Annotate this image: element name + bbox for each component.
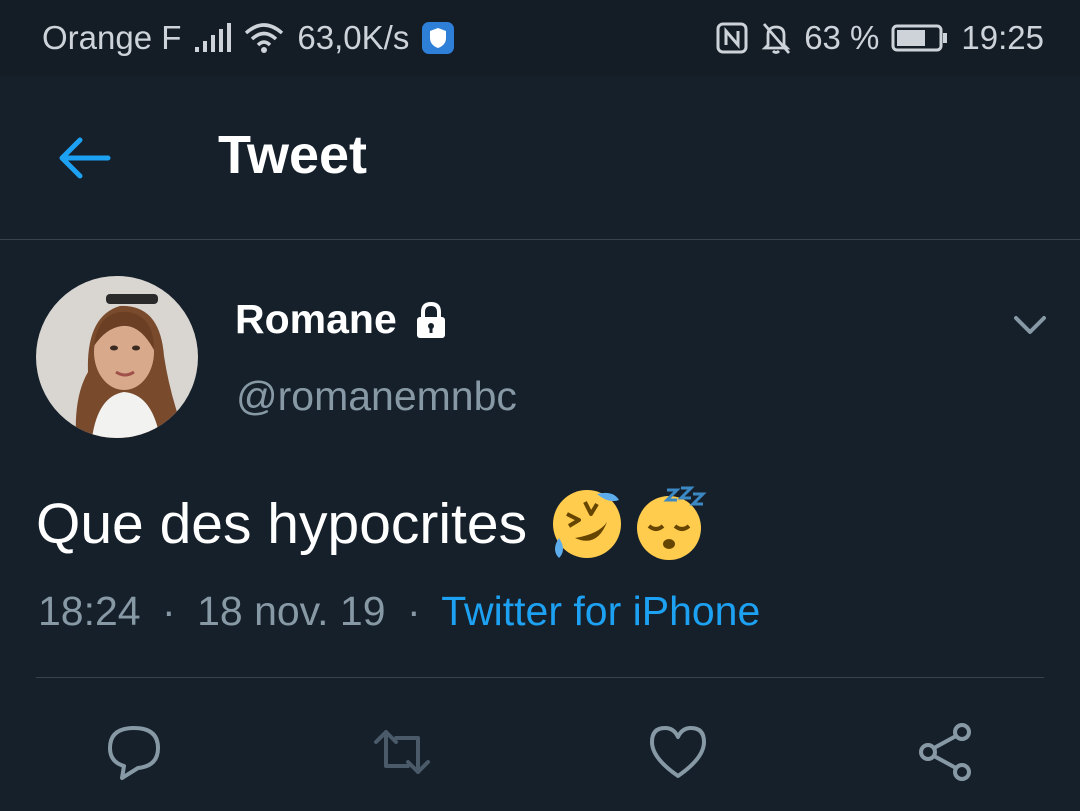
- meta-separator: ·: [162, 588, 176, 634]
- shield-icon: [422, 22, 455, 54]
- tweet-options-button[interactable]: [1006, 300, 1054, 348]
- chevron-down-icon: [1014, 316, 1046, 334]
- share-icon: [919, 723, 971, 781]
- reply-icon: [108, 726, 160, 780]
- retweet-icon: [374, 730, 430, 774]
- sleeping-face-icon: [637, 486, 707, 560]
- carrier-name: Orange F: [42, 19, 182, 56]
- status-bar: Orange F 63,0K/s 63 % 19:25: [0, 0, 1080, 76]
- reply-button[interactable]: [102, 720, 166, 784]
- app-header: Tweet: [0, 76, 1080, 240]
- lock-icon: [416, 301, 445, 338]
- network-speed: 63,0K/s: [297, 19, 410, 56]
- tweet-text: Que des hypocrites: [36, 486, 707, 562]
- retweet-button[interactable]: [370, 720, 434, 784]
- tweet-text-content: Que des hypocrites: [36, 492, 528, 556]
- like-button[interactable]: [646, 720, 710, 784]
- author-name-text: Romane: [235, 296, 397, 342]
- heart-icon: [650, 726, 706, 778]
- meta-separator: ·: [406, 588, 421, 634]
- status-bar-right: 63 % 19:25: [716, 0, 1044, 76]
- avatar[interactable]: [36, 276, 198, 438]
- tweet-meta: 18:24 · 18 nov. 19 · Twitter for iPhone: [38, 588, 760, 635]
- share-button[interactable]: [914, 720, 978, 784]
- tweet-source-link[interactable]: Twitter for iPhone: [441, 588, 760, 634]
- divider: [36, 677, 1044, 678]
- bell-muted-icon: [761, 23, 791, 54]
- signal-icon: [195, 23, 232, 52]
- status-bar-left: Orange F 63,0K/s: [42, 0, 467, 76]
- tweet-date: 18 nov. 19: [197, 588, 386, 634]
- rolling-on-floor-laughing-icon: [553, 490, 622, 558]
- page-title: Tweet: [218, 125, 368, 185]
- nfc-icon: [716, 22, 748, 54]
- tweet-screen: Orange F 63,0K/s 63 % 19:25 Tweet Romane…: [0, 0, 1080, 811]
- clock: 19:25: [961, 19, 1044, 56]
- tweet-time: 18:24: [38, 588, 141, 634]
- author-name[interactable]: Romane: [235, 296, 451, 343]
- back-button[interactable]: [52, 126, 116, 190]
- wifi-icon: [245, 23, 284, 53]
- battery-percent: 63 %: [804, 19, 880, 56]
- battery-icon: [891, 24, 948, 52]
- avatar-image: [36, 276, 198, 438]
- author-handle[interactable]: @romanemnbc: [236, 373, 517, 420]
- arrow-left-icon: [59, 137, 111, 179]
